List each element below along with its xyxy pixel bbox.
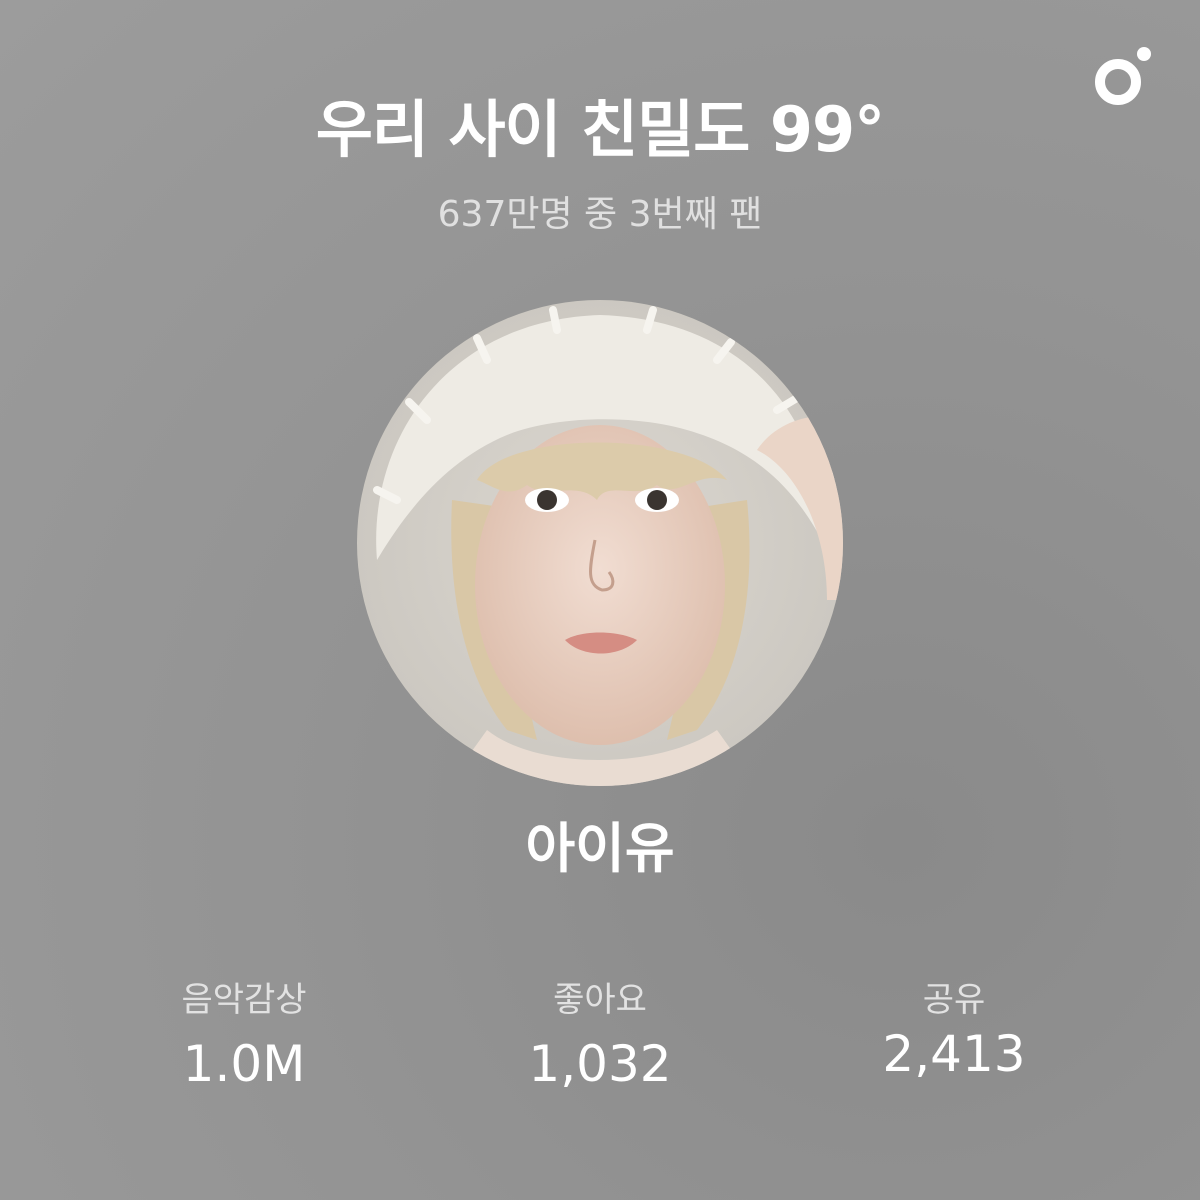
stat-label: 음악감상	[181, 980, 307, 1020]
artist-name: 아이유	[525, 817, 675, 880]
stat-label: 좋아요	[553, 980, 647, 1020]
page-title: 우리 사이 친밀도 99°	[315, 93, 885, 166]
stat-listening: 음악감상 1.0M	[94, 975, 394, 1097]
stat-value: 2,413	[882, 1025, 1026, 1083]
intimacy-card: 우리 사이 친밀도 99° 637만명 중 3번째 팬 아이유 음악감상 1.0…	[0, 0, 1200, 1200]
stat-label: 공유	[922, 980, 986, 1020]
artist-photo	[357, 300, 843, 786]
stat-likes: 좋아요 1,032	[450, 975, 750, 1097]
stat-value: 1.0M	[182, 1035, 306, 1093]
fan-rank-subtitle: 637만명 중 3번째 팬	[437, 194, 763, 235]
stat-value: 1,032	[528, 1035, 672, 1093]
stat-shares: 공유 2,413	[804, 975, 1104, 1087]
